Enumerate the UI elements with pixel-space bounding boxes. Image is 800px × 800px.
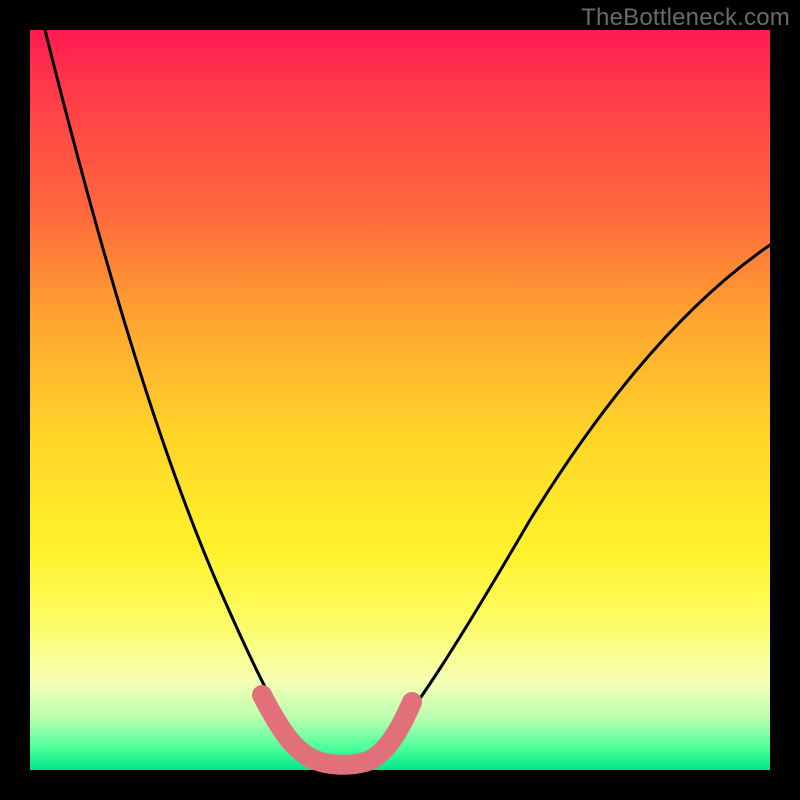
chart-curves: [30, 30, 770, 770]
left-curve: [45, 30, 305, 755]
right-curve: [372, 245, 770, 760]
watermark-text: TheBottleneck.com: [581, 4, 790, 32]
chart-stage: TheBottleneck.com: [0, 0, 800, 800]
bottom-highlight: [262, 695, 412, 765]
